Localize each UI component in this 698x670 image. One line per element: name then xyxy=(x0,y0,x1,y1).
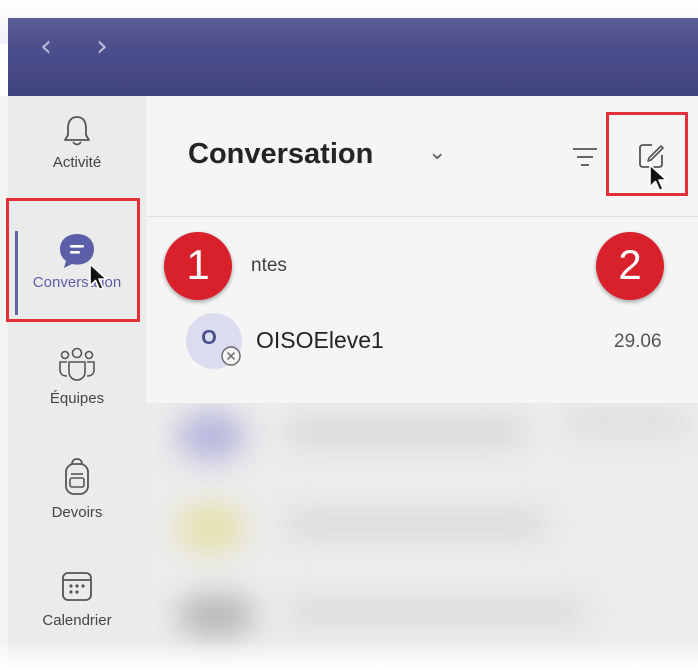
rail-item-label: Calendrier xyxy=(42,612,112,629)
offline-status-icon xyxy=(221,346,241,366)
bottom-fade xyxy=(0,640,698,670)
mouse-pointer-icon xyxy=(649,164,668,192)
window-left-edge xyxy=(0,96,8,670)
rail-item-label: Équipes xyxy=(49,390,105,407)
highlight-box-new-chat xyxy=(606,112,688,196)
filter-icon[interactable] xyxy=(570,146,600,168)
bell-icon xyxy=(64,116,90,146)
chat-name: OISOEleve1 xyxy=(256,327,384,353)
forward-arrow-icon[interactable]: › xyxy=(96,32,108,62)
blurred-chat-list xyxy=(146,403,698,670)
chat-list-item[interactable]: O OISOEleve1 29.06 xyxy=(146,307,698,377)
back-arrow-icon[interactable]: ‹ xyxy=(40,32,52,62)
rail-item-teams[interactable]: Équipes xyxy=(8,346,146,407)
teams-icon xyxy=(59,347,95,381)
chat-date: 29.06 xyxy=(614,331,662,352)
title-bar: ‹ › xyxy=(8,18,698,96)
step-badge-1: 1 xyxy=(164,232,232,300)
rail-item-label: Devoirs xyxy=(51,504,103,521)
app-rail: Activité Conversation Équipes Devoirs Ca… xyxy=(8,96,146,670)
chevron-down-icon[interactable]: ⌄ xyxy=(428,140,446,165)
rail-item-activity[interactable]: Activité xyxy=(8,114,146,171)
backpack-icon xyxy=(65,458,89,495)
rail-item-assignments[interactable]: Devoirs xyxy=(8,458,146,521)
mouse-pointer-icon xyxy=(89,263,108,291)
highlight-box-conversation xyxy=(6,198,140,322)
calendar-icon xyxy=(62,572,92,601)
section-label-recent: ntes xyxy=(251,255,287,276)
rail-item-label: Activité xyxy=(52,154,102,171)
panel-title[interactable]: Conversation xyxy=(188,138,373,171)
step-badge-2: 2 xyxy=(596,232,664,300)
rail-item-calendar[interactable]: Calendrier xyxy=(8,570,146,629)
